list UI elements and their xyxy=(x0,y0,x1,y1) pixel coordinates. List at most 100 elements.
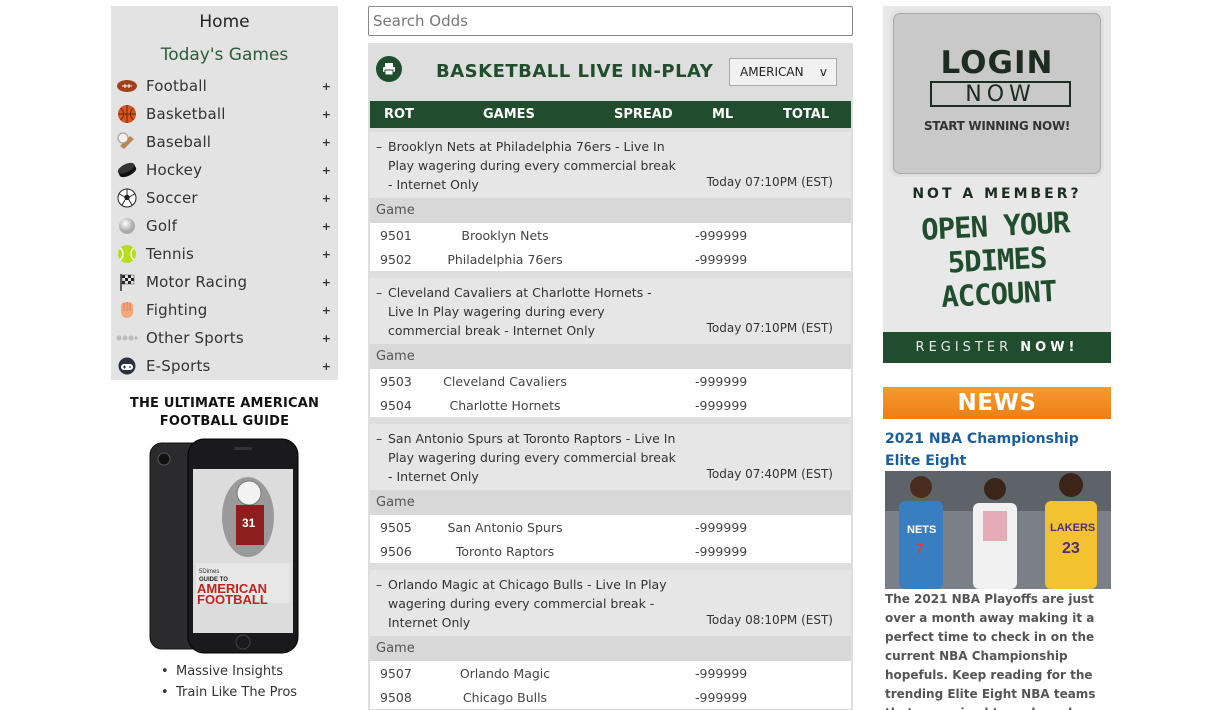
open-account-text: OPEN YOUR 5DIMES ACCOUNT xyxy=(880,203,1113,317)
sports-sidebar: Home Today's Games Football + Basketball… xyxy=(111,6,338,380)
todays-games-link[interactable]: Today's Games xyxy=(111,45,338,65)
expand-icon[interactable]: + xyxy=(322,360,331,373)
guide-title-line: FOOTBALL GUIDE xyxy=(159,414,290,429)
sidebar-item-label: Hockey xyxy=(146,161,203,179)
moneyline-odds[interactable]: -999999 xyxy=(695,252,747,267)
expand-icon[interactable]: + xyxy=(322,80,331,93)
team-name: Philadelphia 76ers xyxy=(447,252,563,267)
game-description-text: Cleveland Cavaliers at Charlotte Hornets… xyxy=(388,285,652,338)
home-link[interactable]: Home xyxy=(111,12,338,32)
sidebar-item-label: Other Sports xyxy=(146,329,244,347)
expand-icon[interactable]: + xyxy=(322,164,331,177)
column-header-games: GAMES xyxy=(483,107,535,122)
sidebar-item-label: Golf xyxy=(146,217,178,235)
game-description: – Orlando Magic at Chicago Bulls - Live … xyxy=(370,570,851,636)
team-name: Brooklyn Nets xyxy=(461,228,549,243)
sidebar-item-motor-racing[interactable]: Motor Racing + xyxy=(111,268,338,296)
game-description: – Cleveland Cavaliers at Charlotte Horne… xyxy=(370,278,851,344)
moneyline-odds[interactable]: -999999 xyxy=(695,666,747,681)
sidebar-item-other-sports[interactable]: Other Sports + xyxy=(111,324,338,352)
rot-number: 9501 xyxy=(380,228,412,243)
game-time: Today 07:40PM (EST) xyxy=(706,467,833,481)
table-row: 9501 Brooklyn Nets -999999 xyxy=(370,223,851,247)
odds-format-select[interactable]: AMERICAN v xyxy=(729,58,837,86)
expand-icon[interactable]: + xyxy=(322,304,331,317)
sidebar-item-tennis[interactable]: Tennis + xyxy=(111,240,338,268)
chevron-down-icon: v xyxy=(819,65,827,79)
expand-icon[interactable]: + xyxy=(322,136,331,149)
page-title: BASKETBALL LIVE IN-PLAY xyxy=(436,61,714,82)
basketball-icon xyxy=(116,103,138,125)
team-name: Charlotte Hornets xyxy=(449,398,561,413)
expand-icon[interactable]: + xyxy=(322,220,331,233)
login-register-banner[interactable]: LOGIN NOW START WINNING NOW! NOT A MEMBE… xyxy=(883,6,1111,363)
sidebar-item-label: Fighting xyxy=(146,301,208,319)
football-guide-phone-image[interactable]: 31 5Dimes GUIDE TO AMERICAN FOOTBALL xyxy=(148,437,300,655)
game-description-text: Brooklyn Nets at Philadelphia 76ers - Li… xyxy=(388,139,676,192)
register-now-button[interactable]: REGISTER NOW! xyxy=(883,332,1111,363)
sidebar-item-soccer[interactable]: Soccer + xyxy=(111,184,338,212)
print-icon[interactable] xyxy=(376,56,402,82)
game-subheader: Game xyxy=(370,490,851,515)
rot-number: 9507 xyxy=(380,666,412,681)
game-subheader: Game xyxy=(370,636,851,661)
table-row: 9506 Toronto Raptors -999999 xyxy=(370,539,851,563)
soccer-ball-icon xyxy=(116,187,138,209)
svg-text:31: 31 xyxy=(242,516,256,530)
gamepad-icon xyxy=(116,355,138,377)
column-header-total: TOTAL xyxy=(783,107,830,122)
sidebar-item-fighting[interactable]: Fighting + xyxy=(111,296,338,324)
list-item: Massive Insights xyxy=(161,664,297,685)
game-subheader: Game xyxy=(370,344,851,369)
moneyline-odds[interactable]: -999999 xyxy=(695,690,747,705)
guide-bullets: Massive Insights Train Like The Pros xyxy=(161,664,297,706)
column-header-rot: ROT xyxy=(384,107,414,122)
game-description: – Brooklyn Nets at Philadelphia 76ers - … xyxy=(370,132,851,198)
football-icon xyxy=(116,75,138,97)
moneyline-odds[interactable]: -999999 xyxy=(695,544,747,559)
odds-format-value: AMERICAN xyxy=(740,65,804,79)
team-name: Orlando Magic xyxy=(459,666,551,681)
rot-number: 9503 xyxy=(380,374,412,389)
expand-icon[interactable]: + xyxy=(322,276,331,289)
not-member-text: NOT A MEMBER? xyxy=(912,186,1082,202)
sidebar-item-basketball[interactable]: Basketball + xyxy=(111,100,338,128)
other-sports-icon xyxy=(116,327,138,349)
sidebar-item-hockey[interactable]: Hockey + xyxy=(111,156,338,184)
game-lines: 9501 Brooklyn Nets -999999 9502 Philadel… xyxy=(370,223,851,271)
game-description-text: Orlando Magic at Chicago Bulls - Live In… xyxy=(388,577,667,630)
news-header: NEWS xyxy=(883,387,1111,419)
sidebar-item-football[interactable]: Football + xyxy=(111,72,338,100)
sidebar-item-label: Tennis xyxy=(146,245,195,263)
sidebar-item-e-sports[interactable]: E-Sports + xyxy=(111,352,338,380)
sidebar-item-golf[interactable]: Golf + xyxy=(111,212,338,240)
team-name: Cleveland Cavaliers xyxy=(443,374,567,389)
moneyline-odds[interactable]: -999999 xyxy=(695,374,747,389)
odds-table-header: ROT GAMES SPREAD ML TOTAL xyxy=(370,101,851,128)
login-button[interactable]: LOGIN NOW START WINNING NOW! xyxy=(890,10,1104,177)
search-odds-input[interactable] xyxy=(368,6,853,36)
team-name: Chicago Bulls xyxy=(462,690,548,705)
register-now-label: NOW! xyxy=(1020,340,1079,355)
expand-icon[interactable]: + xyxy=(322,332,331,345)
expand-icon[interactable]: + xyxy=(322,248,331,261)
moneyline-odds[interactable]: -999999 xyxy=(695,520,747,535)
column-header-ml: ML xyxy=(712,107,734,122)
news-article-image[interactable]: NETS 7 LAKERS 23 xyxy=(885,471,1111,589)
svg-text:23: 23 xyxy=(1062,540,1080,557)
game-lines: 9503 Cleveland Cavaliers -999999 9504 Ch… xyxy=(370,369,851,417)
sidebar-item-label: Motor Racing xyxy=(146,273,248,291)
football-guide-title: THE ULTIMATE AMERICAN FOOTBALL GUIDE xyxy=(111,395,338,431)
rot-number: 9505 xyxy=(380,520,412,535)
column-header-spread: SPREAD xyxy=(614,107,673,122)
sidebar-item-label: Soccer xyxy=(146,189,198,207)
expand-icon[interactable]: + xyxy=(322,192,331,205)
moneyline-odds[interactable]: -999999 xyxy=(695,398,747,413)
team-name: Toronto Raptors xyxy=(455,544,555,559)
sidebar-item-baseball[interactable]: Baseball + xyxy=(111,128,338,156)
news-article-title[interactable]: 2021 NBA Championship Elite Eight xyxy=(885,428,1111,472)
moneyline-odds[interactable]: -999999 xyxy=(695,228,747,243)
expand-icon[interactable]: + xyxy=(322,108,331,121)
game-description-text: San Antonio Spurs at Toronto Raptors - L… xyxy=(388,431,676,484)
hockey-puck-icon xyxy=(116,159,138,181)
